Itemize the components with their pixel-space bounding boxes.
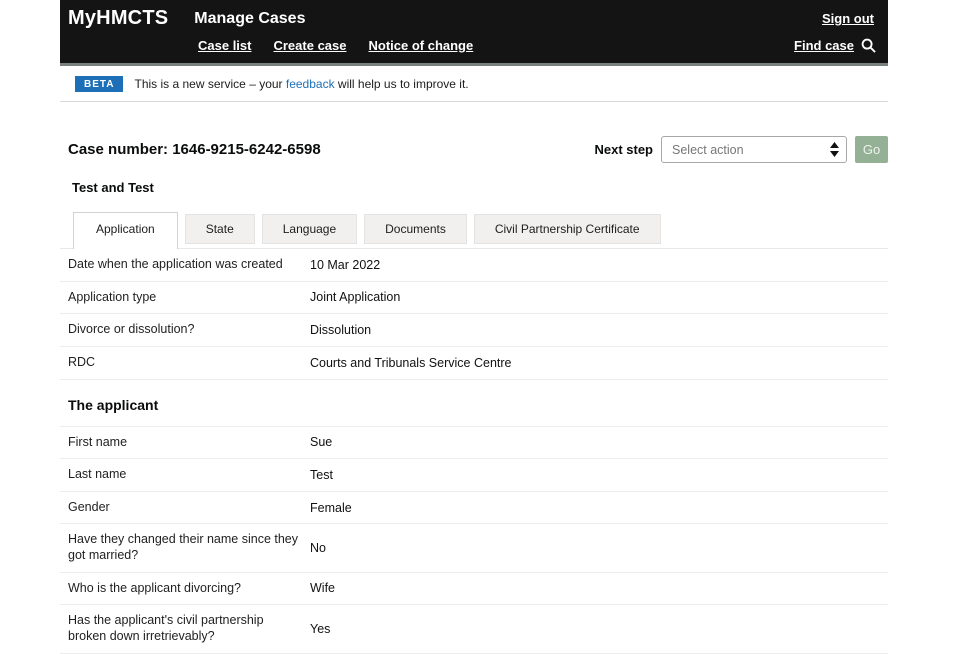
find-case-link[interactable]: Find case	[794, 38, 876, 53]
tab-application[interactable]: Application	[73, 212, 178, 249]
find-case-label: Find case	[794, 38, 854, 53]
field-row: Divorce or dissolution? Dissolution	[60, 314, 888, 347]
field-value: Test	[310, 467, 333, 482]
section-heading: The applicant	[60, 380, 888, 427]
myhmcts-logo[interactable]: MyHMCTS	[68, 7, 168, 30]
field-value: Courts and Tribunals Service Centre	[310, 355, 512, 370]
tab-language[interactable]: Language	[261, 214, 358, 244]
field-row: Application type Joint Application	[60, 282, 888, 315]
case-parties-title: Test and Test	[72, 180, 154, 195]
field-row: Last name Test	[60, 459, 888, 492]
next-step-selected-value: Select action	[672, 142, 744, 157]
updown-spinner-icon	[830, 142, 839, 157]
field-value: Sue	[310, 435, 333, 450]
feedback-link[interactable]: feedback	[286, 77, 335, 91]
sign-out-link[interactable]: Sign out	[822, 11, 874, 26]
tab-state[interactable]: State	[184, 214, 255, 244]
field-label: Application type	[68, 289, 157, 304]
case-tabs: Application State Language Documents Civil P…	[60, 212, 888, 249]
field-value: Joint Application	[310, 290, 401, 305]
tab-civil-partnership-certificate[interactable]: Civil Partnership Certificate	[473, 214, 661, 244]
app-title: Manage Cases	[194, 9, 306, 27]
field-row: RDC Courts and Tribunals Service Centre	[60, 347, 888, 380]
field-label: Last name	[68, 467, 127, 482]
field-row: Has the applicant's civil partnership br…	[60, 605, 888, 654]
next-step-select[interactable]: Select action	[661, 136, 847, 163]
field-label: Divorce or dissolution?	[68, 322, 195, 337]
field-value: Yes	[310, 621, 331, 636]
case-number-heading: Case number: 1646-9215-6242-6598	[68, 141, 321, 158]
search-icon	[861, 38, 876, 53]
field-row: Gender Female	[60, 492, 888, 525]
field-value: No	[310, 541, 326, 555]
header-top-row: MyHMCTS Manage Cases Sign out	[60, 0, 888, 32]
beta-banner: BETA This is a new service – your feedba…	[60, 66, 888, 102]
field-label: First name	[68, 434, 128, 449]
next-step-label: Next step	[594, 142, 653, 157]
field-label: RDC	[68, 354, 96, 369]
field-label: Have they changed their name since they …	[68, 532, 298, 562]
beta-text-after: will help us to improve it.	[334, 77, 469, 91]
tab-documents[interactable]: Documents	[364, 214, 467, 244]
field-row: Have they changed their name since they …	[60, 524, 888, 573]
field-row: First name Sue	[60, 427, 888, 460]
nav-create-case[interactable]: Create case	[273, 38, 346, 53]
field-value: 10 Mar 2022	[310, 257, 381, 272]
primary-nav: Case list Create case Notice of change F…	[60, 32, 888, 63]
field-row: Who is the applicant divorcing? Wife	[60, 573, 888, 606]
case-field-table: Date when the application was created 10 …	[60, 249, 888, 654]
case-detail-main: Case number: 1646-9215-6242-6598 Next st…	[60, 136, 888, 654]
next-step-group: Next step Select action Go	[594, 136, 888, 163]
nav-case-list[interactable]: Case list	[198, 38, 251, 53]
field-label: Gender	[68, 499, 110, 514]
field-label: Date when the application was created	[68, 257, 283, 271]
field-value: Dissolution	[310, 323, 372, 338]
beta-text-before: This is a new service – your	[134, 77, 286, 91]
beta-badge: BETA	[75, 76, 124, 92]
beta-text: This is a new service – your feedback wi…	[134, 77, 468, 91]
app-header: MyHMCTS Manage Cases Sign out Case list …	[60, 0, 888, 66]
go-button[interactable]: Go	[855, 136, 888, 163]
field-label: Who is the applicant divorcing?	[68, 580, 242, 595]
field-value: Wife	[310, 581, 335, 596]
field-value: Female	[310, 500, 352, 515]
field-row: Date when the application was created 10 …	[60, 249, 888, 282]
nav-notice-of-change[interactable]: Notice of change	[368, 38, 473, 53]
